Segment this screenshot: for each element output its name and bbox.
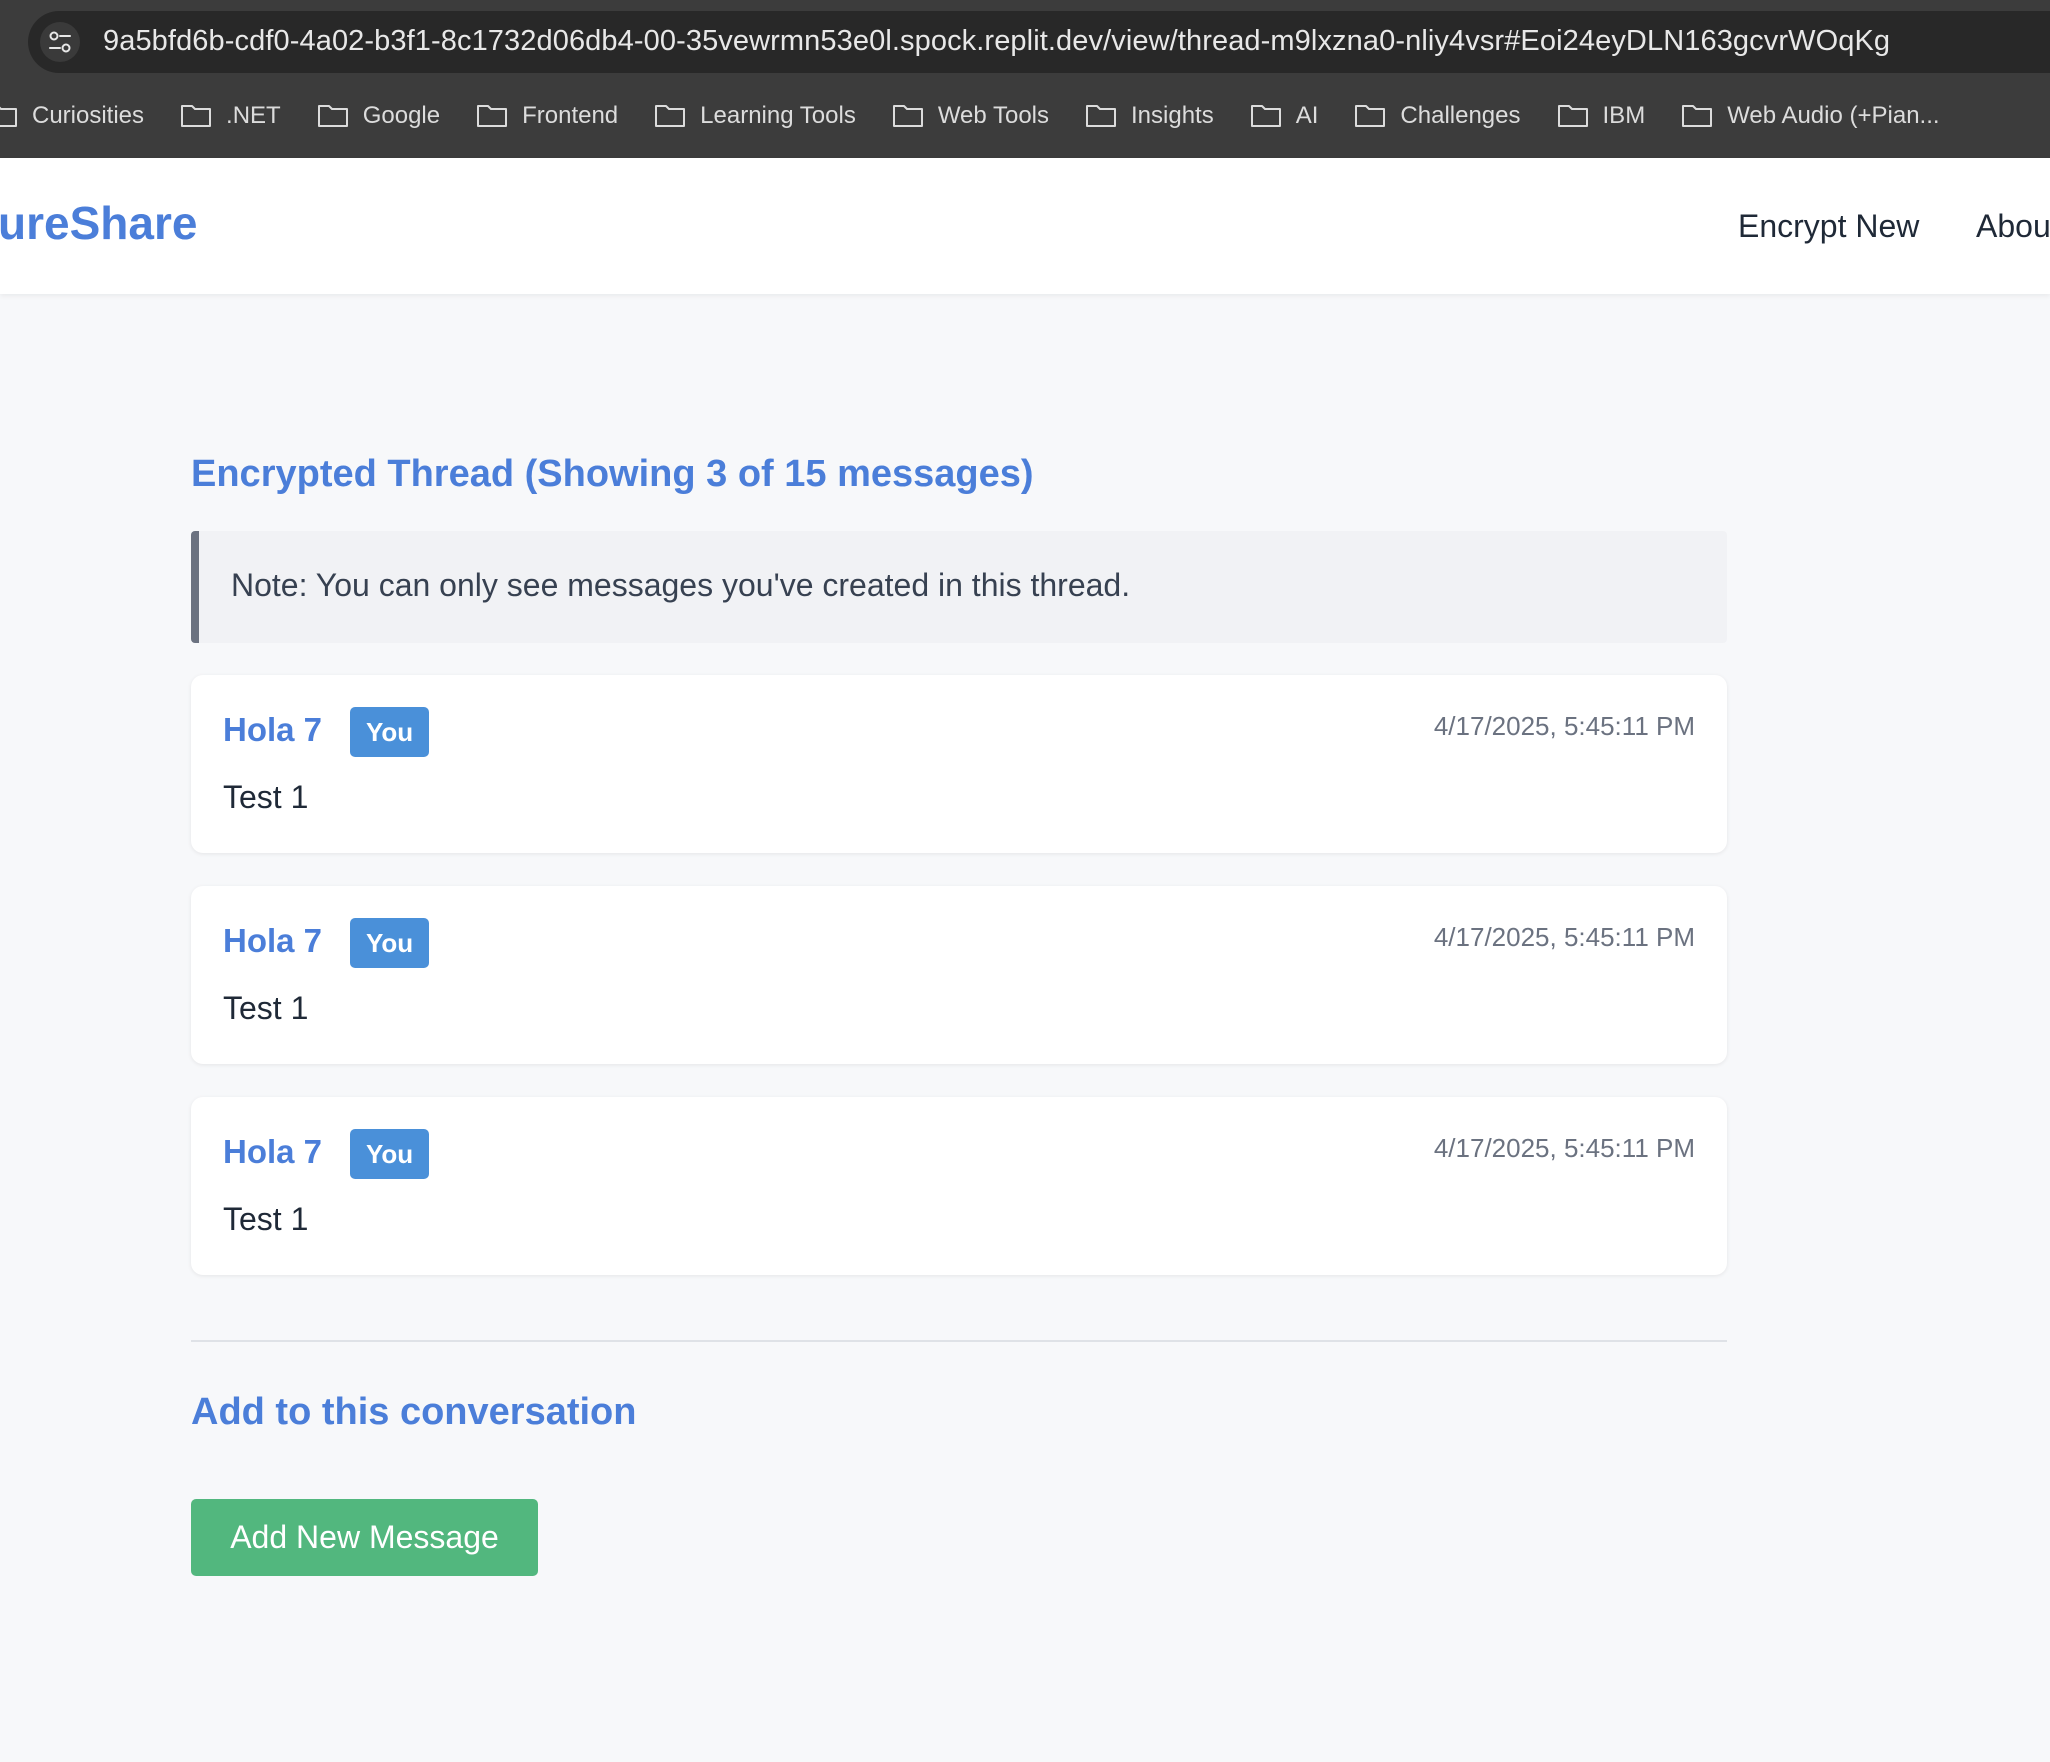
folder-icon — [0, 106, 17, 127]
nav-encrypt-new[interactable]: Encrypt New — [1738, 208, 1919, 245]
section-divider — [191, 1340, 1727, 1342]
message-card: Hola 7 You 4/17/2025, 5:45:11 PM Test 1 — [191, 886, 1727, 1064]
bookmark-frontend[interactable]: Frontend — [476, 102, 618, 130]
message-author: Hola 7 — [223, 922, 323, 959]
folder-icon — [1557, 105, 1588, 127]
brand-logo[interactable]: ureShare — [0, 196, 197, 250]
bookmark-label: Challenges — [1400, 102, 1521, 129]
browser-chrome: 9a5bfd6b-cdf0-4a02-b3f1-8c1732d06db4-00-… — [0, 0, 2050, 158]
folder-icon — [892, 105, 923, 127]
message-body: Test 1 — [223, 990, 309, 1026]
folder-icon — [317, 105, 348, 127]
bookmark-insights[interactable]: Insights — [1085, 102, 1214, 130]
bookmark-label: Google — [362, 102, 441, 129]
bookmark-label: Learning Tools — [700, 102, 856, 129]
bookmark-web-tools[interactable]: Web Tools — [892, 102, 1049, 130]
compose-title: Add to this conversation — [191, 1391, 637, 1433]
bookmark-label: Frontend — [522, 102, 619, 129]
bookmark-label: .NET — [226, 102, 281, 129]
message-timestamp: 4/17/2025, 5:45:11 PM — [1433, 922, 1695, 952]
message-body: Test 1 — [223, 779, 309, 815]
note-text: Note: You can only see messages you've c… — [231, 567, 1131, 603]
message-author: Hola 7 — [223, 711, 323, 748]
bookmark-label: IBM — [1602, 102, 1646, 129]
bookmark-curiosities[interactable]: Curiosities — [0, 102, 144, 130]
folder-icon — [1250, 105, 1281, 127]
bookmark-ibm[interactable]: IBM — [1557, 102, 1646, 130]
message-body: Test 1 — [223, 1201, 309, 1237]
site-settings-icon[interactable] — [40, 22, 80, 62]
you-badge: You — [350, 918, 430, 968]
bookmark-label: AI — [1295, 102, 1319, 129]
bookmark-label: Web Tools — [937, 102, 1050, 129]
thread-note: Note: You can only see messages you've c… — [191, 531, 1727, 643]
bookmark-ai[interactable]: AI — [1250, 102, 1319, 130]
folder-icon — [181, 105, 212, 127]
message-author: Hola 7 — [223, 1133, 323, 1170]
add-new-message-button[interactable]: Add New Message — [191, 1499, 538, 1576]
message-card: Hola 7 You 4/17/2025, 5:45:11 PM Test 1 — [191, 675, 1727, 853]
folder-icon — [1086, 105, 1117, 127]
thread-title: Encrypted Thread (Showing 3 of 15 messag… — [191, 453, 1034, 495]
address-bar[interactable]: 9a5bfd6b-cdf0-4a02-b3f1-8c1732d06db4-00-… — [28, 11, 2050, 73]
app-header: ureShare Encrypt New Abou — [0, 158, 2050, 294]
message-timestamp: 4/17/2025, 5:45:11 PM — [1433, 1133, 1695, 1163]
message-card: Hola 7 You 4/17/2025, 5:45:11 PM Test 1 — [191, 1097, 1727, 1275]
you-badge: You — [350, 707, 430, 757]
url-text[interactable]: 9a5bfd6b-cdf0-4a02-b3f1-8c1732d06db4-00-… — [103, 25, 1890, 58]
nav-about[interactable]: Abou — [1976, 208, 2050, 245]
message-timestamp: 4/17/2025, 5:45:11 PM — [1433, 711, 1695, 741]
bookmark-label: Insights — [1131, 102, 1214, 129]
bookmark-label: Curiosities — [32, 102, 145, 129]
folder-icon — [655, 105, 686, 127]
folder-icon — [477, 105, 508, 127]
folder-icon — [1355, 105, 1386, 127]
bookmark-challenges[interactable]: Challenges — [1354, 102, 1521, 130]
bookmark-learning-tools[interactable]: Learning Tools — [654, 102, 856, 130]
bookmark-label: Web Audio (+Pian... — [1727, 102, 1940, 129]
you-badge: You — [350, 1129, 430, 1179]
folder-icon — [1682, 105, 1713, 127]
bookmark-dotnet[interactable]: .NET — [180, 102, 281, 130]
bookmarks-bar: Curiosities .NET Google Frontend Learnin… — [0, 96, 1976, 136]
bookmark-web-audio[interactable]: Web Audio (+Pian... — [1681, 102, 1940, 130]
bookmark-google[interactable]: Google — [317, 102, 440, 130]
